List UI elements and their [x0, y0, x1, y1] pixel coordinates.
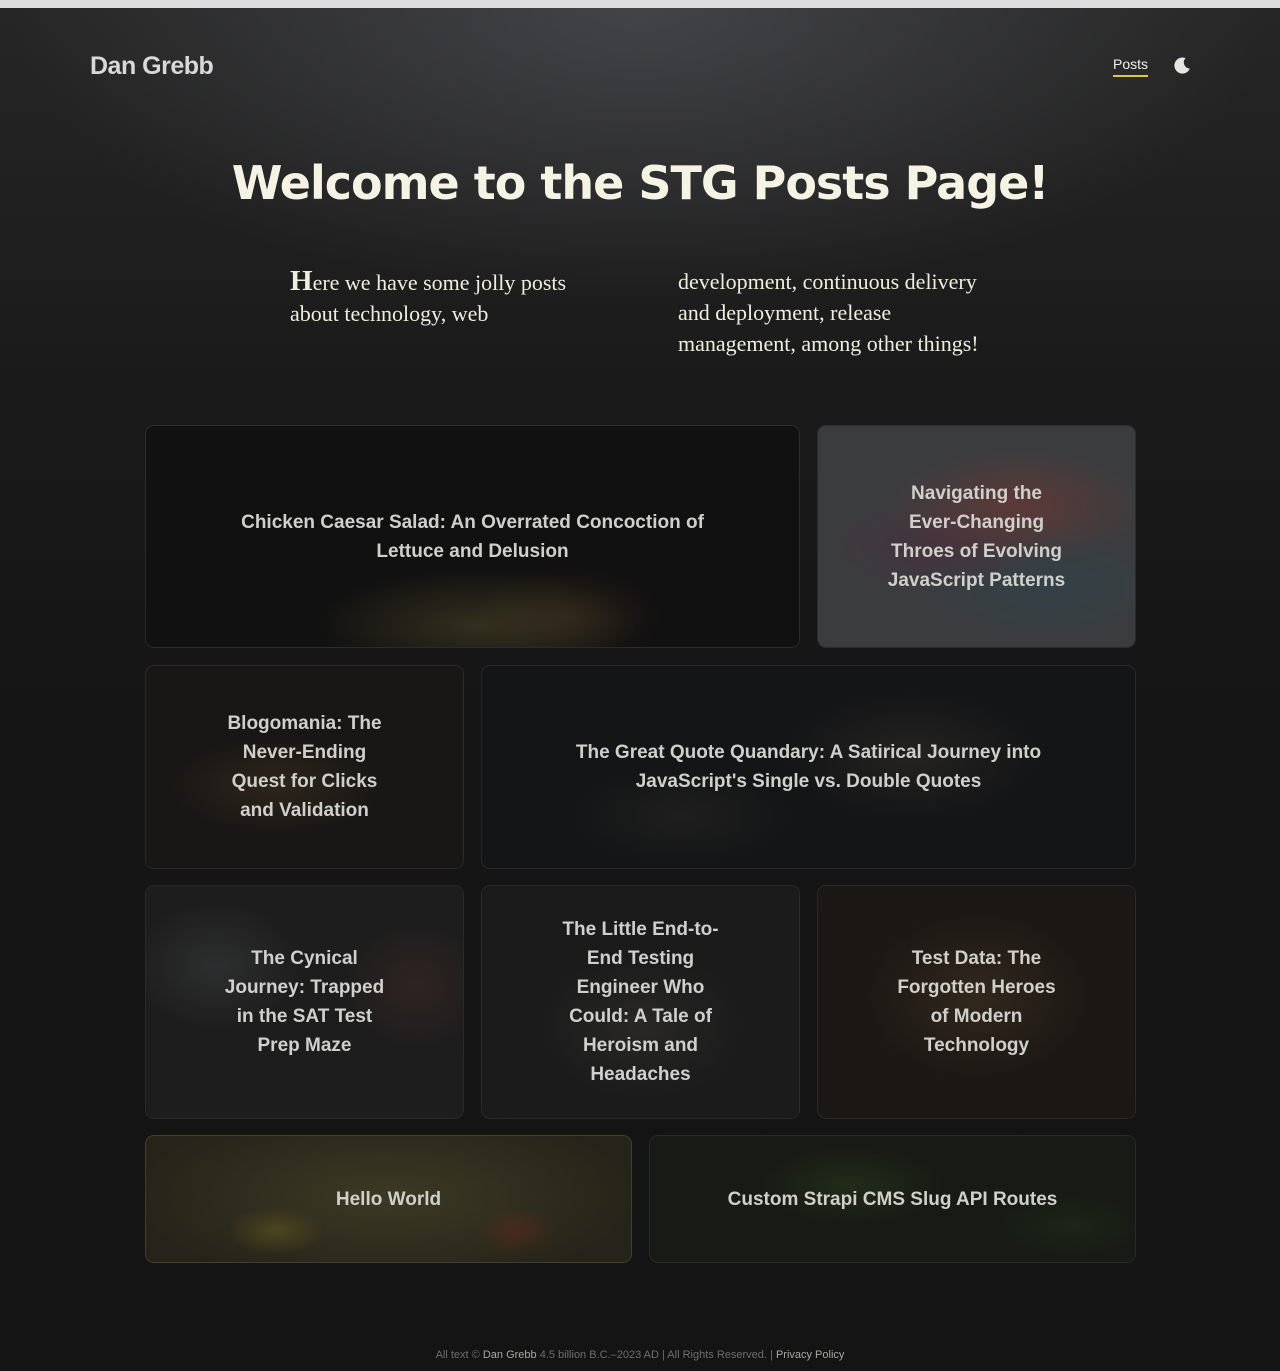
theme-toggle-button[interactable] [1170, 54, 1194, 78]
moon-icon [1174, 57, 1190, 74]
post-card-title: The Great Quote Quandary: A Satirical Jo… [575, 742, 1042, 792]
post-card-cynical-journey[interactable]: The Cynical Journey: Trapped in the SAT … [145, 885, 464, 1119]
privacy-policy-link[interactable]: Privacy Policy [776, 1349, 844, 1361]
intro-text: ere we have some jolly posts about techn… [290, 269, 979, 356]
intro-paragraph: Here we have some jolly posts about tech… [290, 266, 1000, 359]
post-card-title: Custom Strapi CMS Slug API Routes [727, 1188, 1058, 1210]
post-card-title: Hello World [335, 1188, 442, 1210]
nav-posts-link[interactable]: Posts [1113, 56, 1149, 77]
post-card-title: Blogomania: The Never-Ending Quest for C… [227, 713, 382, 821]
brand-logo-link[interactable]: Dan Grebb [90, 52, 214, 81]
post-card-title: Chicken Caesar Salad: An Overrated Conco… [241, 511, 704, 562]
footer: All text © Dan Grebb 4.5 billion B.C.–20… [0, 1349, 1280, 1361]
post-card-strapi-routes[interactable]: Custom Strapi CMS Slug API Routes [649, 1135, 1136, 1263]
intro-drop-cap: H [290, 265, 313, 297]
post-card-e2e-engineer[interactable]: The Little End-to-End Testing Engineer W… [481, 885, 800, 1119]
post-card-title: Test Data: The Forgotten Heroes of Moder… [897, 948, 1056, 1056]
page: Dan Grebb Posts Welcome to the STG Posts… [0, 8, 1280, 1371]
post-card-title: The Cynical Journey: Trapped in the SAT … [224, 948, 385, 1056]
footer-author: Dan Grebb [482, 1349, 537, 1361]
footer-copyright-prefix: All text © [435, 1349, 480, 1361]
post-card-test-data[interactable]: Test Data: The Forgotten Heroes of Moder… [817, 885, 1136, 1119]
page-title: Welcome to the STG Posts Page! [231, 156, 1050, 210]
footer-rights: 4.5 billion B.C.–2023 AD | All Rights Re… [539, 1349, 773, 1361]
post-card-chicken-caesar[interactable]: Chicken Caesar Salad: An Overrated Conco… [145, 425, 800, 648]
post-card-blogomania[interactable]: Blogomania: The Never-Ending Quest for C… [145, 665, 464, 869]
post-card-title: The Little End-to-End Testing Engineer W… [562, 919, 719, 1085]
post-card-quote-quandary[interactable]: The Great Quote Quandary: A Satirical Jo… [481, 665, 1136, 869]
post-card-title: Navigating the Ever-Changing Throes of E… [887, 482, 1066, 591]
post-card-javascript-patterns[interactable]: Navigating the Ever-Changing Throes of E… [817, 425, 1136, 648]
post-card-hello-world[interactable]: Hello World [145, 1135, 632, 1263]
browser-top-strip [0, 0, 1280, 8]
